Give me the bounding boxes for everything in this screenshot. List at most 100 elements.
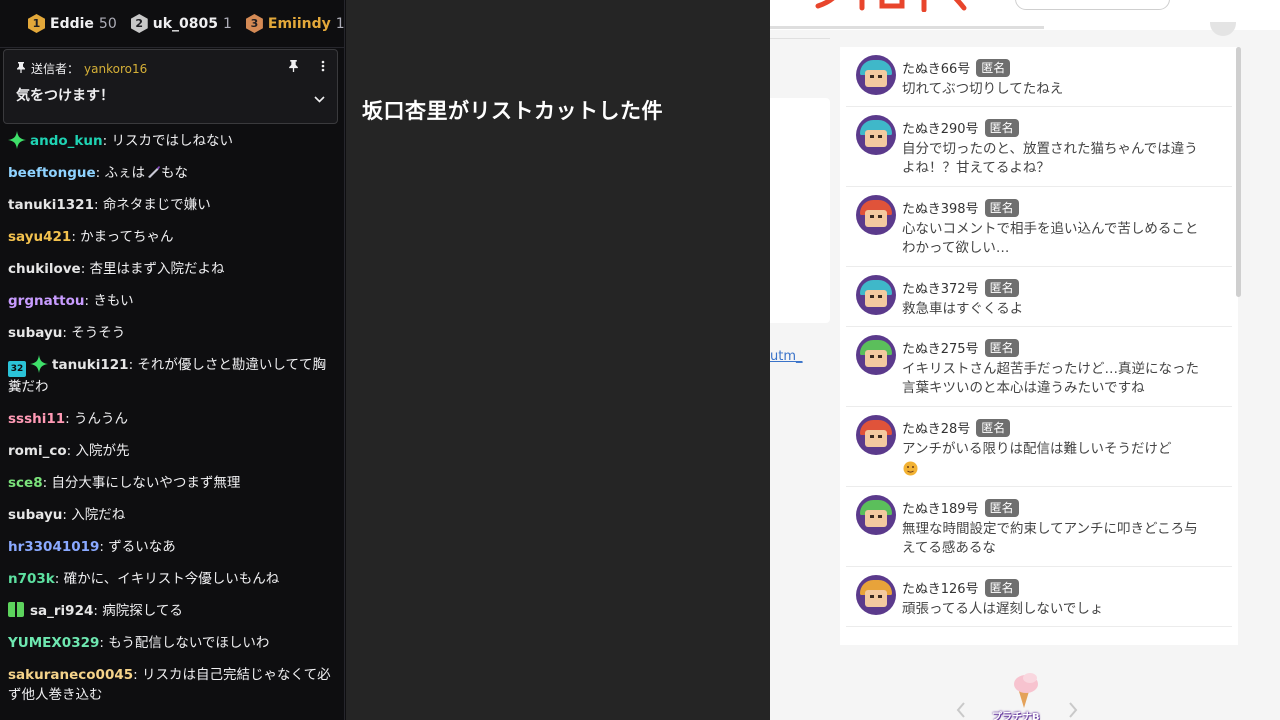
sparkle-badge-icon[interactable] — [8, 131, 26, 149]
leaderboard-entry-3[interactable]: 3 Emiindy 1 — [245, 14, 345, 33]
chat-username[interactable]: beeftongue — [8, 165, 96, 181]
chat-username[interactable]: subayu — [8, 507, 62, 523]
chat-message: sa_ri924: 病院探してる — [0, 598, 340, 630]
comment-item: たぬき126号 匿名 頑張ってる人は遅刻しないでしょ — [846, 567, 1232, 627]
chevron-right-icon[interactable] — [1068, 699, 1078, 720]
tanuki-avatar-icon[interactable] — [856, 575, 896, 615]
chat-username[interactable]: sa_ri924 — [30, 603, 93, 619]
chat-separator: : — [65, 411, 74, 427]
chat-username[interactable]: YUMEX0329 — [8, 635, 99, 651]
anonymous-tag: 匿名 — [976, 418, 1011, 437]
chat-separator: : — [80, 261, 90, 277]
chevron-down-icon[interactable] — [314, 92, 325, 107]
chat-message-text: 命ネタまじで嫌い — [102, 197, 211, 213]
comment-item: たぬき189号 匿名 無理な時間設定で約束してアンチに叩きどころ与えてる感あるな — [846, 487, 1232, 567]
subscriber-badge-icon[interactable]: 32 — [8, 361, 26, 377]
tanuki-avatar-icon[interactable] — [856, 495, 896, 535]
pinned-header: 送信者： yankoro16 — [16, 60, 325, 77]
header-avatar[interactable] — [1210, 22, 1236, 36]
leaderboard-entry-1[interactable]: 1 Eddie 50 — [28, 14, 117, 33]
chat-message: ssshi11: うんうん — [0, 406, 340, 438]
chat-message: grgnattou: きもい — [0, 288, 340, 320]
tanuki-avatar-icon[interactable] — [856, 275, 896, 315]
article-card: utm_ — [770, 98, 830, 364]
article-link[interactable]: utm_ — [770, 349, 803, 364]
leaderboard-entry-2[interactable]: 2 uk_0805 1 — [130, 14, 232, 33]
chat-username[interactable]: hr33041019 — [8, 539, 99, 555]
chat-message: subayu: そうそう — [0, 320, 340, 352]
tanuki-avatar-icon[interactable] — [856, 415, 896, 455]
chat-username[interactable]: n703k — [8, 571, 55, 587]
knife-emote-icon — [145, 164, 161, 180]
chat-separator: : — [99, 635, 109, 651]
chat-username[interactable]: romi_co — [8, 443, 67, 459]
rank-1-badge: 1 — [28, 14, 45, 33]
comment-author[interactable]: たぬき189号 — [902, 498, 979, 517]
pinned-sender-name[interactable]: yankoro16 — [84, 62, 147, 76]
site-search-input[interactable] — [1015, 0, 1170, 10]
chat-username[interactable]: grgnattou — [8, 293, 85, 309]
chat-message: chukilove: 杏里はまず入院だよね — [0, 256, 340, 288]
comment-item: たぬき372号 匿名 救急車はすぐくるよ — [846, 267, 1232, 327]
chat-message-text: リスカではしねない — [111, 133, 233, 149]
gift-badge-icon[interactable] — [8, 602, 24, 617]
comment-author[interactable]: たぬき66号 — [902, 58, 970, 77]
comment-header: たぬき290号 匿名 — [902, 118, 1019, 137]
chat-message-text: かまってちゃん — [80, 229, 174, 245]
chat-panel: 1 Eddie 50 2 uk_0805 1 3 Emiindy 1 送信者： … — [0, 0, 345, 720]
leaderboard-count: 1 — [335, 15, 345, 32]
chat-separator: : — [62, 325, 72, 341]
chevron-left-icon[interactable] — [956, 699, 966, 720]
chat-username[interactable]: chukilove — [8, 261, 81, 277]
tanuki-avatar-icon[interactable] — [856, 335, 896, 375]
chat-message: sayu421: かまってちゃん — [0, 224, 340, 256]
pinned-message[interactable]: 送信者： yankoro16 気をつけます！ — [3, 49, 338, 124]
chat-message: sce8: 自分大事にしないやつまず無理 — [0, 470, 340, 502]
comment-item: たぬき66号 匿名 切れてぶつ切りしてたねえ — [846, 47, 1232, 107]
chat-username[interactable]: ssshi11 — [8, 411, 65, 427]
comment-header: たぬき28号 匿名 — [902, 418, 1011, 437]
comment-list: たぬき66号 匿名 切れてぶつ切りしてたねえ たぬき290号 匿名 自分で切ったのと、放置… — [840, 47, 1238, 645]
comment-text: 救急車はすぐくるよ — [902, 301, 1024, 317]
comment-author[interactable]: たぬき398号 — [902, 198, 979, 217]
unpin-icon[interactable] — [288, 60, 299, 76]
sparkle-badge-icon[interactable] — [30, 355, 48, 373]
comment-header: たぬき372号 匿名 — [902, 278, 1019, 297]
chat-username[interactable]: ando_kun — [30, 133, 103, 149]
comment-author[interactable]: たぬき372号 — [902, 278, 979, 297]
chat-username[interactable]: tanuki121 — [52, 357, 129, 373]
chat-username[interactable]: sce8 — [8, 475, 43, 491]
comment-scrollbar[interactable] — [1236, 47, 1241, 297]
comment-text: アンチがいる限りは配信は難しいそうだけど — [902, 441, 1172, 457]
chat-username[interactable]: tanuki1321 — [8, 197, 94, 213]
tanuki-avatar-icon[interactable] — [856, 115, 896, 155]
header-divider — [770, 26, 1044, 29]
chat-username[interactable]: sakuraneco0045 — [8, 667, 133, 683]
comment-text: 自分で切ったのと、放置された猫ちゃんでは違うよね！？甘えてるよね？ — [902, 141, 1198, 176]
chat-message-text: 病院探してる — [102, 603, 183, 619]
ice-cream-icon[interactable] — [1006, 672, 1046, 708]
chat-separator: : — [62, 507, 72, 523]
tanuki-avatar-icon[interactable] — [856, 195, 896, 235]
comment-text: 無理な時間設定で約束してアンチに叩きどころ与えてる感あるな — [902, 521, 1198, 556]
pinned-sender-label: 送信者： — [31, 62, 80, 76]
chat-message: ando_kun: リスカではしねない — [0, 128, 340, 160]
comment-author[interactable]: たぬき28号 — [902, 418, 970, 437]
chat-message: YUMEX0329: もう配信しないでほしいわ — [0, 630, 340, 662]
comment-author[interactable]: たぬき126号 — [902, 578, 979, 597]
leaderboard-user: uk_0805 — [152, 15, 218, 32]
comment-author[interactable]: たぬき290号 — [902, 118, 979, 137]
chat-message: beeftongue: ふぇは もな — [0, 160, 340, 192]
more-options-icon[interactable] — [321, 60, 325, 76]
site-logo[interactable] — [812, 0, 972, 19]
site-header — [770, 0, 1280, 36]
chat-username[interactable]: subayu — [8, 325, 62, 341]
chat-message-text: うんうん — [73, 411, 128, 427]
chat-message: sakuraneco0045: リスカは自己完結じゃなくて必ず他人巻き込む — [0, 662, 340, 714]
chat-message: tanuki1321: 命ネタまじで嫌い — [0, 192, 340, 224]
tanuki-avatar-icon[interactable] — [856, 55, 896, 95]
chat-username[interactable]: sayu421 — [8, 229, 71, 245]
face-emoji-icon — [903, 461, 918, 476]
leaderboard-count: 50 — [98, 15, 117, 32]
comment-author[interactable]: たぬき275号 — [902, 338, 979, 357]
